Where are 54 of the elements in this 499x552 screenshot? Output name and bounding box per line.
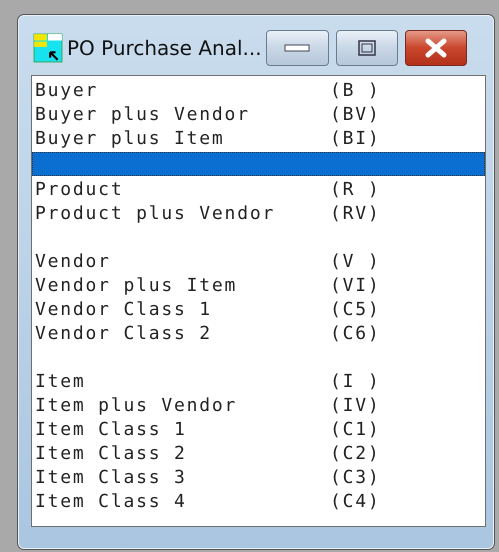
item-label: Vendor plus Item [34,275,238,297]
item-code: (BV) [330,104,381,126]
item-label: Product plus Vendor [34,203,276,225]
item-code: (R ) [330,179,381,201]
list-row[interactable]: Item plus Vendor (IV) [32,394,485,418]
item-label: Item [34,371,87,393]
item-label: Buyer plus Item [34,128,226,150]
item-code: (C5) [330,299,381,321]
minimize-button[interactable] [266,30,329,66]
list-row[interactable]: Item (I ) [32,370,485,394]
item-code: (C3) [330,467,381,489]
close-button[interactable] [404,30,467,66]
item-code: (B ) [330,80,381,102]
minimize-icon [284,44,310,52]
item-label: Vendor Class 1 [34,299,213,321]
item-code: (BI) [330,128,381,150]
item-label: Item plus Vendor [34,395,238,417]
item-label: Product [34,179,124,201]
item-code: (C4) [330,491,381,513]
item-label: Item Class 4 [34,491,188,513]
item-label: Buyer [34,80,100,102]
item-code: (C1) [330,419,381,441]
list-row[interactable]: Item Class 2 (C2) [32,442,485,466]
list-row[interactable]: Vendor plus Item (VI) [32,274,485,298]
maximize-icon [358,40,376,56]
list-row[interactable]: Vendor Class 2 (C6) [32,322,485,346]
list-row[interactable]: Item Class 4 (C4) [32,490,485,514]
list-row[interactable]: Item Class 3 (C3) [32,466,485,490]
item-code: (C2) [330,443,381,465]
list-row[interactable]: Product (R ) [32,178,485,202]
item-code: (IV) [330,395,381,417]
item-label: Item Class 1 [34,419,188,441]
item-code: (I ) [330,371,381,393]
item-code: (RV) [330,203,381,225]
item-code: (V ) [330,251,381,273]
list-row[interactable]: Buyer (B ) [32,79,485,103]
list-row[interactable]: Product plus Vendor (RV) [32,202,485,226]
maximize-button[interactable] [336,30,398,66]
app-icon [33,33,63,63]
list-row[interactable]: Buyer plus Vendor (BV) [32,103,485,127]
close-icon [424,38,447,58]
list-row[interactable]: Buyer plus Item (BI) [32,127,485,151]
item-label: Buyer plus Vendor [34,104,251,126]
list-row[interactable]: Item Class 1 (C1) [32,418,485,442]
item-label: Vendor Class 2 [34,323,213,345]
item-label: Vendor [34,251,112,273]
item-code: (C6) [330,323,381,345]
selected-row[interactable] [32,152,485,176]
item-label: Item Class 2 [34,443,188,465]
window-title: PO Purchase Anal... [67,35,262,62]
list-row[interactable]: Vendor Class 1 (C5) [32,298,485,322]
item-label: Item Class 3 [34,467,188,489]
item-code: (VI) [330,275,381,297]
list-row[interactable]: Vendor (V ) [32,250,485,274]
